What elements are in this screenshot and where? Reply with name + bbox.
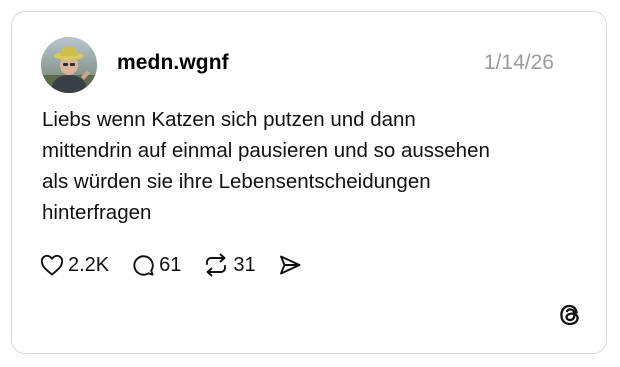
share-button[interactable] bbox=[278, 254, 302, 276]
like-button[interactable]: 2.2K bbox=[40, 250, 109, 280]
reply-count: 61 bbox=[159, 254, 182, 276]
send-icon bbox=[279, 255, 301, 275]
heart-icon bbox=[40, 254, 64, 276]
post-date: 1/14/26 bbox=[483, 51, 554, 74]
username[interactable]: medn.wgnf bbox=[117, 48, 229, 78]
post-text-line: als würden sie ihre Lebensentscheidungen bbox=[42, 170, 431, 193]
repost-button[interactable]: 31 bbox=[203, 250, 256, 280]
avatar[interactable] bbox=[41, 37, 97, 93]
post-text-line: hinterfragen bbox=[42, 201, 152, 224]
reply-button[interactable]: 61 bbox=[131, 250, 181, 280]
threads-logo-icon[interactable] bbox=[557, 302, 583, 328]
action-bar: 2.2K 61 31 bbox=[40, 250, 324, 280]
post-text-line: mittendrin auf einmal pausieren und so a… bbox=[42, 139, 490, 162]
post-text: Liebs wenn Katzen sich putzen und dann m… bbox=[42, 104, 582, 228]
repost-arrows-icon bbox=[206, 253, 227, 277]
repost-count: 31 bbox=[233, 254, 256, 276]
post-text-line: Liebs wenn Katzen sich putzen und dann bbox=[42, 108, 416, 131]
comment-bubble-icon bbox=[133, 255, 154, 276]
like-count: 2.2K bbox=[68, 254, 110, 276]
